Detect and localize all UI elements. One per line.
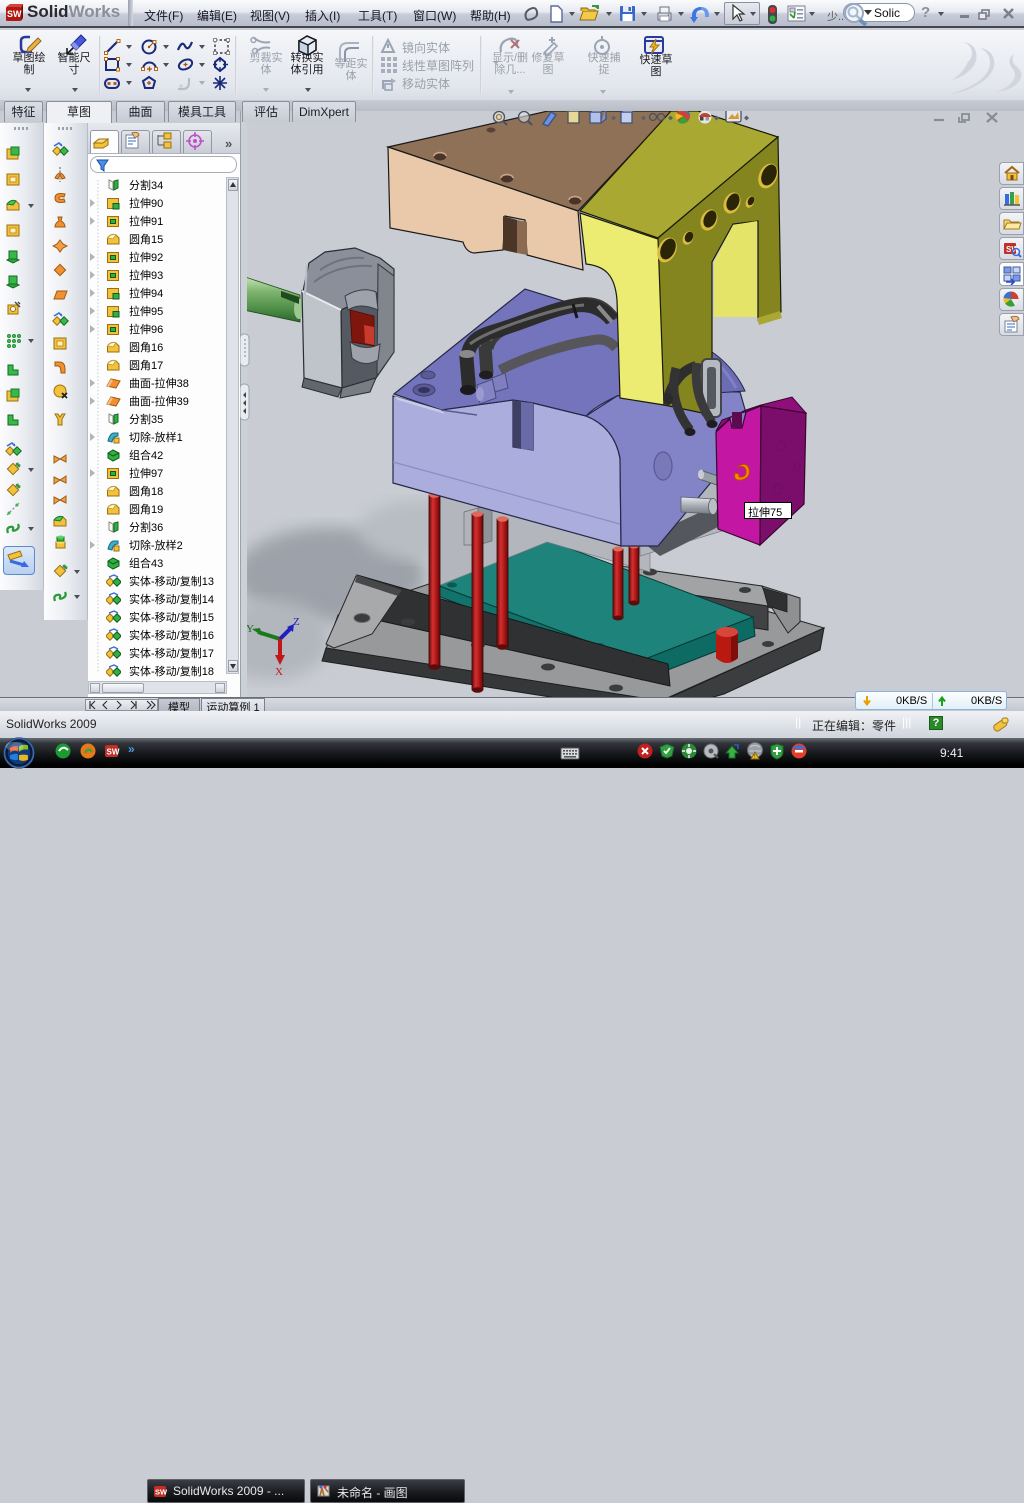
svg-text:X: X <box>275 666 283 678</box>
svg-text:SW: SW <box>107 748 120 757</box>
svg-text:Y: Y <box>246 623 254 635</box>
svg-text:SW: SW <box>155 1488 168 1497</box>
svg-text:SW: SW <box>7 9 22 19</box>
svg-text:Z: Z <box>293 616 300 628</box>
